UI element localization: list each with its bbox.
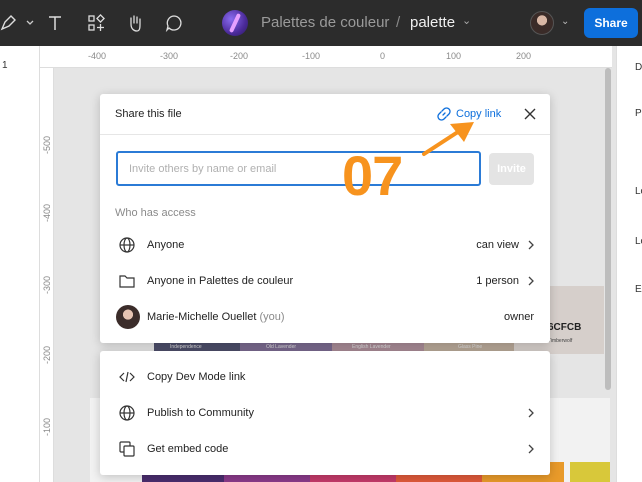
ruler-tick: -300 [42, 275, 52, 294]
access-level: owner [504, 311, 534, 323]
copy-dev-mode-link-item[interactable]: Copy Dev Mode link [100, 362, 550, 392]
access-row-label: Anyone in Palettes de couleur [147, 275, 294, 287]
access-level[interactable]: 1 person [476, 275, 519, 287]
swatch-name: Timberwolf [548, 338, 573, 344]
share-options-panel: Copy Dev Mode link Publish to Community … [100, 351, 550, 475]
globe-icon [119, 237, 135, 253]
avatar [116, 305, 140, 329]
left-panel: 1 [0, 46, 40, 482]
ruler-tick: 200 [516, 51, 532, 61]
chevron-down-icon[interactable] [18, 11, 42, 35]
components-icon[interactable] [84, 11, 108, 35]
menu-item-label: Get embed code [147, 443, 229, 455]
swatch-name: Old Lavender [266, 344, 297, 350]
chevron-right-icon [528, 276, 534, 286]
file-name[interactable]: palette [410, 14, 455, 31]
file-menu-chevron-icon[interactable]: ⌄ [462, 14, 471, 27]
swatch-name: English Lavender [352, 344, 391, 350]
breadcrumb-separator: / [396, 14, 401, 31]
chevron-right-icon [528, 408, 534, 418]
get-embed-code-item[interactable]: Get embed code [100, 434, 550, 464]
ruler-tick: 0 [380, 51, 386, 61]
swatch-hex: 6CFCB [548, 322, 582, 333]
dialog-title: Share this file [115, 108, 182, 120]
user-name: Marie-Michelle Ouellet [147, 311, 257, 323]
panel-label: P [635, 108, 642, 119]
close-icon[interactable] [522, 106, 538, 122]
ruler-tick: -400 [88, 51, 107, 61]
panel-label: Lo [635, 186, 642, 197]
ruler-tick: -200 [230, 51, 249, 61]
right-panel: D P Lo Lo Ex [616, 46, 642, 482]
color-swatch[interactable] [570, 462, 610, 482]
access-level[interactable]: can view [476, 239, 519, 251]
dialog-divider [100, 134, 550, 135]
code-icon [119, 371, 135, 383]
project-name[interactable]: Palettes de couleur [261, 14, 389, 31]
panel-label: D [635, 62, 642, 73]
ruler-tick: -300 [160, 51, 179, 61]
chevron-right-icon [528, 240, 534, 250]
embed-icon [119, 441, 135, 457]
publish-to-community-item[interactable]: Publish to Community [100, 398, 550, 428]
menu-item-label: Publish to Community [147, 407, 254, 419]
ruler-tick: -100 [42, 417, 52, 436]
comment-icon[interactable] [162, 11, 186, 35]
annotation-arrow-icon [422, 122, 474, 156]
swatch-name: Independence [170, 344, 202, 350]
access-row-label: Marie-Michelle Ouellet (you) [147, 311, 285, 323]
hand-tool-icon[interactable] [123, 11, 147, 35]
ruler-tick: -400 [42, 203, 52, 222]
top-toolbar: Palettes de couleur / palette ⌄ ⌄ Share [0, 0, 642, 46]
panel-label: Ex [635, 284, 642, 295]
chevron-down-icon[interactable]: ⌄ [561, 16, 569, 27]
ruler-top: -400 -300 -200 -100 0 100 200 [40, 46, 612, 68]
swatch-name: Glass Pine [458, 344, 483, 350]
you-suffix: (you) [259, 311, 285, 323]
folder-icon [119, 275, 135, 288]
chevron-right-icon [528, 444, 534, 454]
step-number-annotation: 07 [342, 144, 403, 207]
ruler-tick: -100 [302, 51, 321, 61]
access-row-team[interactable]: Anyone in Palettes de couleur 1 person [100, 266, 550, 296]
ruler-tick: -200 [42, 345, 52, 364]
user-avatar[interactable] [530, 11, 554, 35]
access-row-label: Anyone [147, 239, 185, 251]
menu-item-label: Copy Dev Mode link [147, 371, 246, 383]
canvas-scrollbar[interactable] [605, 68, 611, 390]
share-dialog: Share this file Copy link Invite Who has… [100, 94, 550, 343]
globe-icon [119, 405, 135, 421]
access-row-owner: Marie-Michelle Ouellet (you) owner [100, 302, 550, 332]
text-tool-icon[interactable] [43, 11, 67, 35]
app: Palettes de couleur / palette ⌄ ⌄ Share … [0, 0, 642, 482]
panel-label: Lo [635, 236, 642, 247]
ruler-left: -500 -400 -300 -200 -100 [40, 68, 54, 482]
pen-tool-icon[interactable] [0, 11, 20, 35]
left-panel-label: 1 [2, 60, 8, 71]
invite-button[interactable]: Invite [489, 153, 534, 185]
file-thumbnail-icon[interactable] [222, 10, 248, 36]
share-button[interactable]: Share [584, 8, 638, 38]
access-heading: Who has access [115, 207, 196, 219]
ruler-tick: 100 [446, 51, 462, 61]
ruler-tick: -500 [42, 135, 52, 154]
access-row-anyone[interactable]: Anyone can view [100, 230, 550, 260]
